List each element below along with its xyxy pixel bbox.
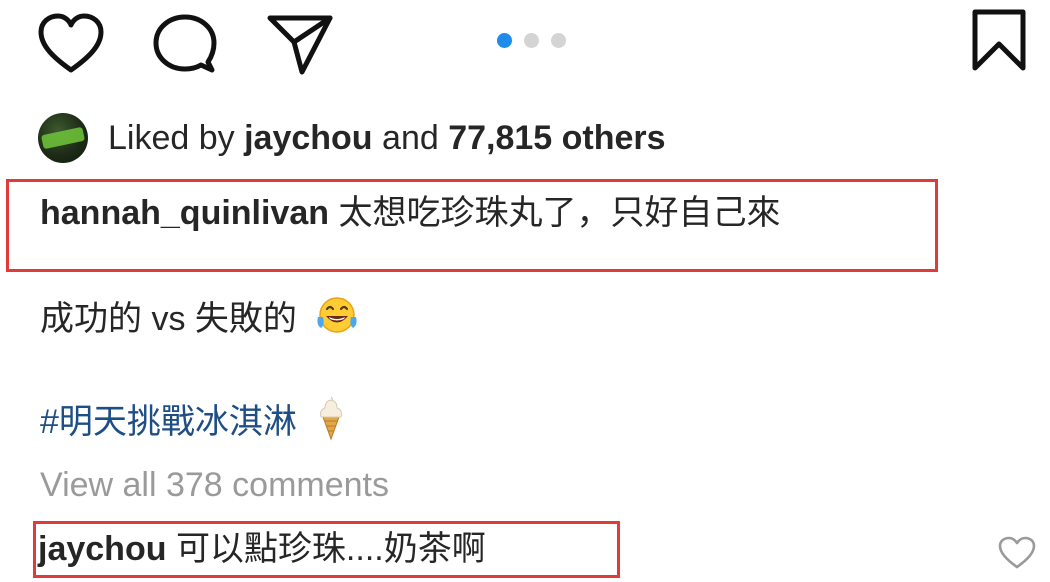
paper-plane-icon[interactable]	[266, 12, 334, 76]
liked-by-user-link[interactable]: jaychou	[244, 119, 372, 157]
like-heart-icon[interactable]	[36, 12, 106, 76]
tears-of-joy-emoji-icon	[314, 295, 360, 347]
liker-avatar[interactable]	[38, 113, 88, 163]
caption-first-line: hannah_quinlivan 太想吃珍珠丸了，只好自己來	[40, 190, 781, 236]
hashtag-link[interactable]: #明天挑戰冰淇淋	[40, 403, 297, 441]
liked-by-row: Liked by jaychou and 77,815 others	[38, 112, 666, 164]
comment-username-link[interactable]: jaychou	[38, 530, 166, 568]
pager-dot[interactable]	[524, 32, 539, 48]
comment-item: jaychou 可以點珍珠....奶茶啊	[38, 526, 486, 572]
comment-like-heart-icon[interactable]	[997, 535, 1037, 571]
comment-text: 可以點珍珠....奶茶啊	[175, 530, 486, 568]
bookmark-icon[interactable]	[970, 8, 1028, 72]
pager-dot-active[interactable]	[497, 32, 512, 48]
caption-hashtag-line: #明天挑戰冰淇淋	[40, 395, 348, 453]
carousel-pager	[497, 32, 566, 48]
likes-count-link[interactable]: 77,815 others	[448, 119, 665, 157]
green-hornet-logo	[41, 126, 85, 150]
comment-icon[interactable]	[152, 12, 218, 76]
caption-text-line-1: 太想吃珍珠丸了，只好自己來	[338, 194, 781, 232]
liked-by-connector: and	[382, 119, 439, 157]
liked-by-prefix: Liked by	[108, 119, 235, 157]
caption-text-line-2: 成功的 vs 失敗的	[40, 299, 297, 338]
liked-by-text: Liked by jaychou and 77,815 others	[108, 112, 666, 164]
view-all-comments-link[interactable]: View all 378 comments	[40, 462, 389, 508]
post-action-bar	[0, 0, 1050, 80]
ice-cream-emoji-icon	[314, 395, 348, 453]
caption-second-line: 成功的 vs 失敗的	[40, 295, 360, 347]
caption-username-link[interactable]: hannah_quinlivan	[40, 194, 329, 232]
pager-dot[interactable]	[551, 32, 566, 48]
